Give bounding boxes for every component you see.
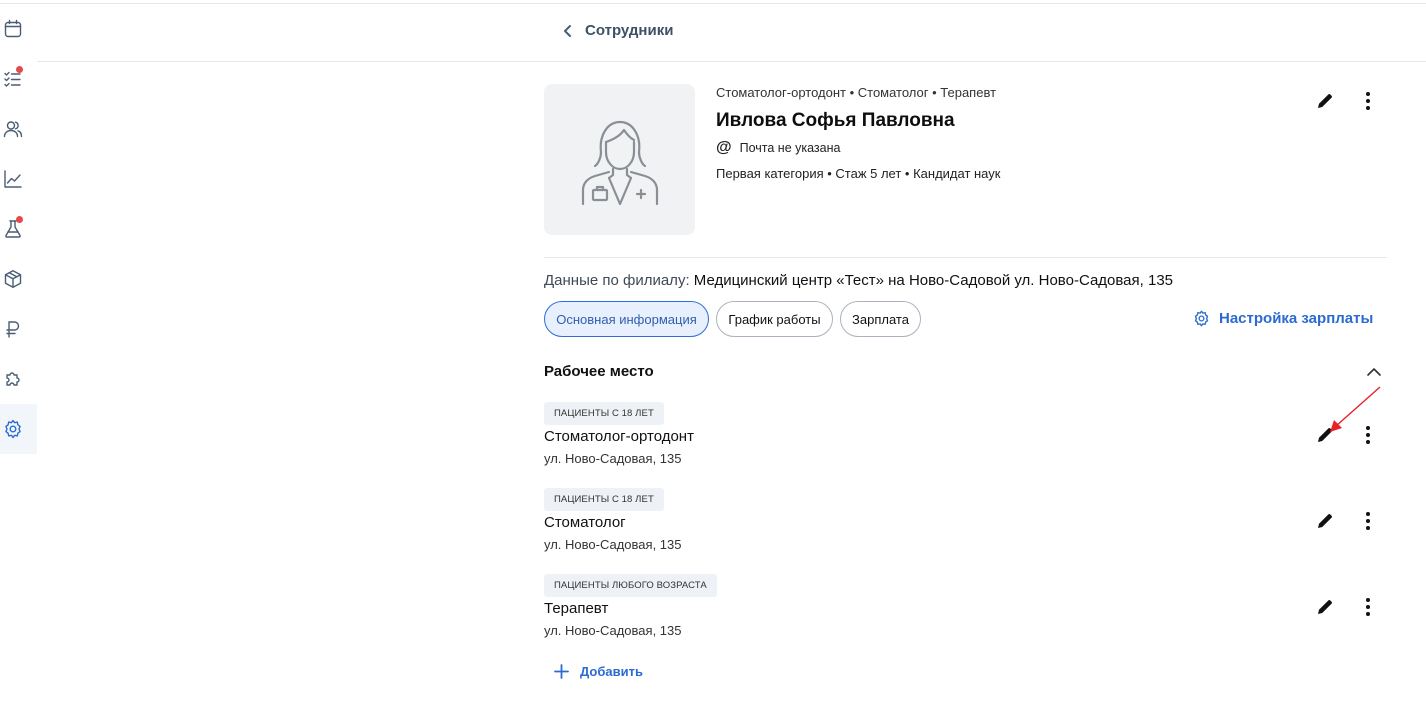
sidebar-item-integrations[interactable]	[0, 354, 37, 404]
sidebar-item-settings[interactable]	[0, 404, 37, 454]
profile-more-button[interactable]	[1356, 89, 1380, 113]
puzzle-icon	[6, 372, 20, 386]
add-workplace-button[interactable]: Добавить	[554, 664, 643, 679]
age-badge: ПАЦИЕНТЫ ЛЮБОГО ВОЗРАСТА	[544, 574, 717, 597]
sidebar-item-analytics[interactable]	[0, 154, 37, 204]
workplace-address: ул. Ново-Садовая, 135	[544, 623, 682, 638]
email-row: @ Почта не указана	[716, 140, 840, 156]
back-button[interactable]: Сотрудники	[561, 22, 673, 39]
salary-settings-button[interactable]: Настройка зарплаты	[1193, 310, 1373, 327]
branch-info: Данные по филиалу: Медицинский центр «Те…	[544, 272, 1173, 289]
edit-workplace-button[interactable]	[1313, 595, 1337, 619]
sidebar-item-finance[interactable]	[0, 304, 37, 354]
branch-value: Медицинский центр «Тест» на Ново-Садовой…	[693, 272, 1174, 289]
sidebar-item-users[interactable]	[0, 104, 37, 154]
collapse-button[interactable]	[1366, 364, 1384, 382]
workplace-address: ул. Ново-Садовая, 135	[544, 451, 682, 466]
sidebar-item-tasks[interactable]	[0, 54, 37, 104]
age-badge: ПАЦИЕНТЫ С 18 ЛЕТ	[544, 488, 664, 511]
tab-main-info[interactable]: Основная информация	[544, 301, 709, 337]
chevron-left-icon	[564, 24, 571, 37]
section-title-workplace: Рабочее место	[544, 363, 654, 380]
sidebar-item-warehouse[interactable]	[0, 254, 37, 304]
edit-profile-button[interactable]	[1313, 89, 1337, 113]
employee-name: Ивлова Софья Павловна	[716, 110, 955, 131]
pencil-icon	[1318, 94, 1332, 108]
back-label: Сотрудники	[585, 22, 674, 39]
ruble-icon	[6, 321, 20, 338]
users-icon	[3, 121, 23, 138]
salary-settings-label: Настройка зарплаты	[1219, 310, 1374, 327]
workplace-more-button[interactable]	[1356, 423, 1380, 447]
chart-icon	[4, 170, 22, 188]
sidebar	[0, 4, 37, 708]
page-header: Сотрудники	[37, 4, 1426, 62]
edit-workplace-button[interactable]	[1313, 423, 1337, 447]
gear-icon	[5, 419, 21, 439]
email-text: Почта не указана	[739, 141, 841, 155]
sidebar-item-lab[interactable]	[0, 204, 37, 254]
chevron-up-icon	[1367, 368, 1381, 376]
calendar-icon	[4, 19, 22, 38]
sidebar-item-calendar[interactable]	[0, 4, 37, 54]
gear-icon	[1194, 310, 1209, 327]
notification-dot	[16, 216, 23, 223]
plus-icon	[554, 664, 569, 679]
divider	[544, 257, 1387, 258]
notification-dot	[16, 66, 23, 73]
pencil-icon	[1318, 514, 1332, 528]
pencil-icon	[1318, 600, 1332, 614]
workplace-more-button[interactable]	[1356, 595, 1380, 619]
edit-workplace-button[interactable]	[1313, 509, 1337, 533]
box-icon	[4, 270, 22, 288]
workplace-address: ул. Ново-Садовая, 135	[544, 537, 682, 552]
tab-salary[interactable]: Зарплата	[840, 301, 921, 337]
workplace-title: Терапевт	[544, 600, 609, 617]
specialties-text: Стоматолог-ортодонт • Стоматолог • Терап…	[716, 85, 997, 100]
avatar	[544, 84, 695, 235]
age-badge: ПАЦИЕНТЫ С 18 ЛЕТ	[544, 402, 664, 425]
pencil-icon	[1318, 428, 1332, 442]
tab-schedule[interactable]: График работы	[716, 301, 833, 337]
at-icon: @	[716, 139, 732, 156]
employee-meta: Первая категория • Стаж 5 лет • Кандидат…	[716, 166, 1001, 181]
add-label: Добавить	[580, 664, 643, 679]
workplace-title: Стоматолог-ортодонт	[544, 428, 694, 445]
doctor-avatar-icon	[581, 120, 658, 205]
workplace-title: Стоматолог	[544, 514, 626, 531]
branch-label: Данные по филиалу:	[544, 272, 690, 289]
workplace-more-button[interactable]	[1356, 509, 1380, 533]
